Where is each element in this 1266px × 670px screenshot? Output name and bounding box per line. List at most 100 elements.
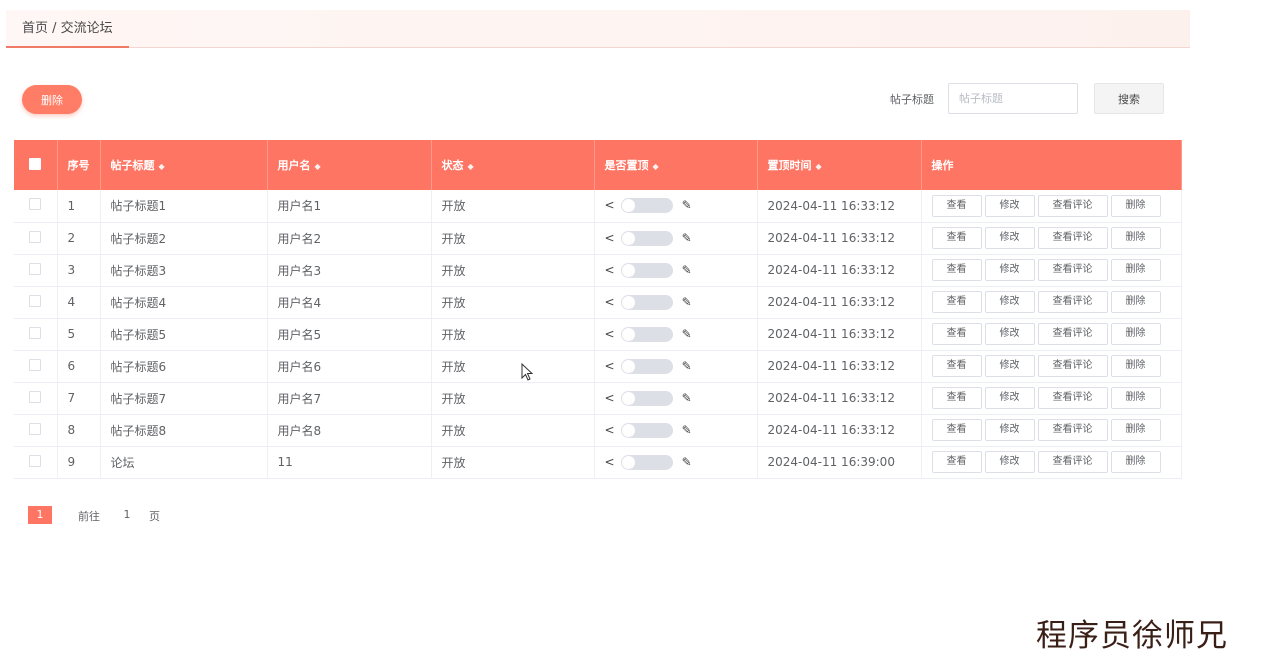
search-input[interactable] (948, 83, 1078, 114)
view-comments-button[interactable]: 查看评论 (1037, 419, 1108, 441)
table-row[interactable]: 4 帖子标题4 用户名4 开放 < ✎ 2024-04-11 16:33:12 查看 修改 查看评… (14, 286, 1182, 319)
row-checkbox[interactable] (29, 198, 42, 211)
view-button[interactable]: 查看 (931, 419, 982, 441)
view-comments-button[interactable]: 查看评论 (1037, 323, 1108, 345)
row-checkbox-cell[interactable] (14, 286, 58, 319)
row-checkbox[interactable] (29, 326, 42, 339)
pin-toggle[interactable] (620, 422, 673, 438)
row-checkbox-cell[interactable] (14, 318, 58, 351)
row-checkbox-cell[interactable] (14, 382, 58, 415)
share-icon[interactable]: < (605, 263, 615, 277)
edit-pencil-icon[interactable]: ✎ (682, 359, 692, 373)
header-status[interactable]: 状态 ◆ (431, 140, 595, 190)
header-title[interactable]: 帖子标题 ◆ (100, 140, 268, 190)
edit-pencil-icon[interactable]: ✎ (682, 391, 692, 405)
view-button[interactable]: 查看 (931, 387, 982, 409)
row-checkbox-cell[interactable] (14, 254, 58, 287)
edit-pencil-icon[interactable]: ✎ (682, 198, 692, 212)
view-comments-button[interactable]: 查看评论 (1037, 387, 1108, 409)
row-checkbox[interactable] (29, 358, 42, 371)
share-icon[interactable]: < (605, 295, 615, 309)
view-button[interactable]: 查看 (931, 291, 982, 313)
page-number-current[interactable]: 1 (28, 506, 52, 524)
edit-pencil-icon[interactable]: ✎ (682, 423, 692, 437)
goto-page-input[interactable]: 1 (120, 508, 134, 521)
bulk-delete-button[interactable]: 删除 (22, 85, 82, 114)
pin-toggle[interactable] (620, 390, 673, 406)
share-icon[interactable]: < (605, 198, 615, 212)
view-comments-button[interactable]: 查看评论 (1037, 227, 1108, 249)
edit-pencil-icon[interactable]: ✎ (682, 231, 692, 245)
sort-icon[interactable]: ◆ (468, 162, 474, 171)
table-row[interactable]: 3 帖子标题3 用户名3 开放 < ✎ 2024-04-11 16:33:12 查看 修改 查看评… (14, 254, 1182, 287)
edit-pencil-icon[interactable]: ✎ (682, 455, 692, 469)
delete-button[interactable]: 删除 (1110, 355, 1161, 377)
table-row[interactable]: 2 帖子标题2 用户名2 开放 < ✎ 2024-04-11 16:33:12 查看 修改 查看评… (14, 222, 1182, 255)
edit-pencil-icon[interactable]: ✎ (682, 327, 692, 341)
table-row[interactable]: 6 帖子标题6 用户名6 开放 < ✎ 2024-04-11 16:33:12 查看 修改 查看评… (14, 350, 1182, 383)
row-checkbox[interactable] (29, 230, 42, 243)
edit-button[interactable]: 修改 (984, 451, 1035, 473)
share-icon[interactable]: < (605, 391, 615, 405)
sort-icon[interactable]: ◆ (816, 162, 822, 171)
view-comments-button[interactable]: 查看评论 (1037, 194, 1108, 217)
edit-button[interactable]: 修改 (984, 387, 1035, 409)
header-pinned-time[interactable]: 置顶时间 ◆ (757, 140, 922, 190)
view-button[interactable]: 查看 (931, 323, 982, 345)
table-row[interactable]: 7 帖子标题7 用户名7 开放 < ✎ 2024-04-11 16:33:12 查看 修改 查看评… (14, 382, 1182, 415)
table-row[interactable]: 9 论坛 11 开放 < ✎ 2024-04-11 16:39:00 查看 修改 查看评论 删除 (14, 446, 1182, 479)
edit-button[interactable]: 修改 (984, 355, 1035, 377)
edit-button[interactable]: 修改 (984, 227, 1035, 249)
view-comments-button[interactable]: 查看评论 (1037, 291, 1108, 313)
select-all-header[interactable] (14, 140, 58, 190)
delete-button[interactable]: 删除 (1110, 323, 1161, 345)
view-button[interactable]: 查看 (931, 451, 982, 473)
edit-pencil-icon[interactable]: ✎ (682, 263, 692, 277)
row-checkbox[interactable] (29, 262, 42, 275)
share-icon[interactable]: < (605, 327, 615, 341)
view-comments-button[interactable]: 查看评论 (1037, 451, 1108, 473)
pin-toggle[interactable] (620, 198, 673, 214)
row-checkbox-cell[interactable] (14, 350, 58, 383)
share-icon[interactable]: < (605, 231, 615, 245)
view-button[interactable]: 查看 (931, 259, 982, 281)
view-button[interactable]: 查看 (931, 355, 982, 377)
pin-toggle[interactable] (620, 262, 673, 278)
delete-button[interactable]: 删除 (1110, 194, 1161, 217)
table-row[interactable]: 5 帖子标题5 用户名5 开放 < ✎ 2024-04-11 16:33:12 查看 修改 查看评… (14, 318, 1182, 351)
select-all-checkbox[interactable] (29, 157, 42, 170)
delete-button[interactable]: 删除 (1110, 451, 1161, 473)
pin-toggle[interactable] (620, 454, 673, 470)
pin-toggle[interactable] (620, 358, 673, 374)
share-icon[interactable]: < (605, 423, 615, 437)
sort-icon[interactable]: ◆ (315, 162, 321, 171)
view-button[interactable]: 查看 (931, 194, 982, 217)
row-checkbox[interactable] (29, 422, 42, 435)
sort-icon[interactable]: ◆ (653, 162, 659, 171)
delete-button[interactable]: 删除 (1110, 419, 1161, 441)
row-checkbox-cell[interactable] (14, 190, 58, 223)
row-checkbox-cell[interactable] (14, 414, 58, 447)
row-checkbox[interactable] (29, 294, 42, 307)
sort-icon[interactable]: ◆ (159, 162, 165, 171)
row-checkbox[interactable] (29, 454, 42, 467)
edit-button[interactable]: 修改 (984, 194, 1035, 217)
table-row[interactable]: 8 帖子标题8 用户名8 开放 < ✎ 2024-04-11 16:33:12 查看 修改 查看评… (14, 414, 1182, 447)
table-row[interactable]: 1 帖子标题1 用户名1 开放 < ✎ 2024-04-11 16:33:12 查看 修改 查看评… (14, 190, 1182, 223)
edit-pencil-icon[interactable]: ✎ (682, 295, 692, 309)
view-comments-button[interactable]: 查看评论 (1037, 259, 1108, 281)
delete-button[interactable]: 删除 (1110, 291, 1161, 313)
share-icon[interactable]: < (605, 359, 615, 373)
delete-button[interactable]: 删除 (1110, 227, 1161, 249)
delete-button[interactable]: 删除 (1110, 387, 1161, 409)
header-pinned[interactable]: 是否置顶 ◆ (594, 140, 758, 190)
row-checkbox-cell[interactable] (14, 222, 58, 255)
view-button[interactable]: 查看 (931, 227, 982, 249)
pin-toggle[interactable] (620, 326, 673, 342)
header-user[interactable]: 用户名 ◆ (267, 140, 432, 190)
edit-button[interactable]: 修改 (984, 291, 1035, 313)
pin-toggle[interactable] (620, 230, 673, 246)
delete-button[interactable]: 删除 (1110, 259, 1161, 281)
row-checkbox[interactable] (29, 390, 42, 403)
breadcrumb[interactable]: 首页 / 交流论坛 (6, 10, 129, 48)
